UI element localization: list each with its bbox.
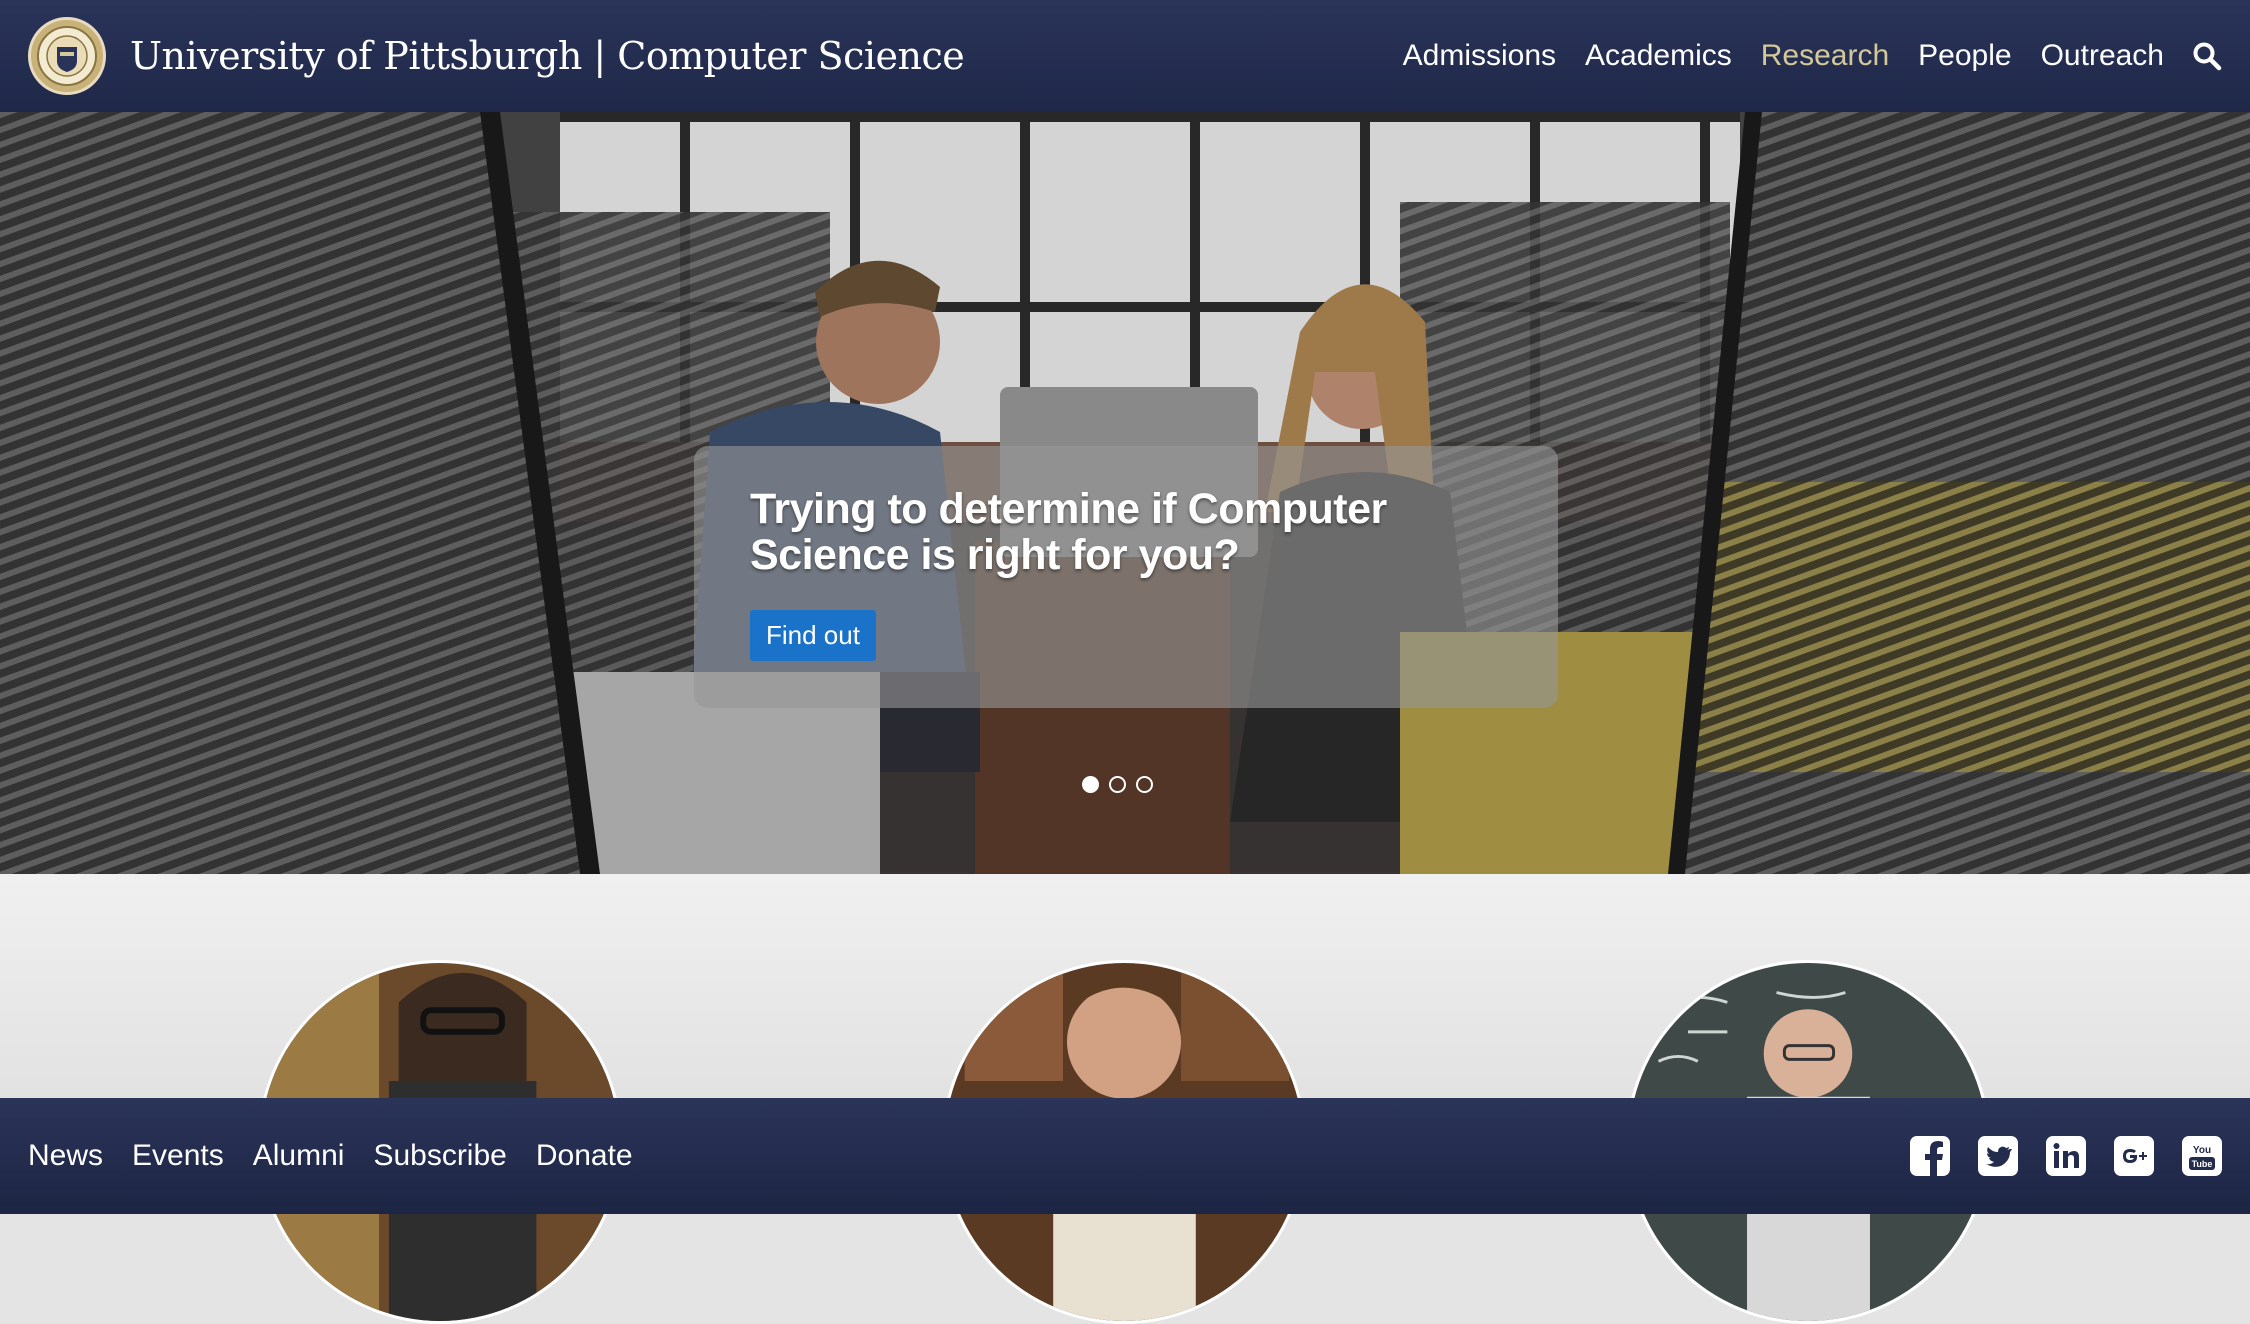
university-seal-logo[interactable] — [28, 17, 106, 95]
facebook-icon[interactable] — [1910, 1136, 1950, 1176]
carousel-indicators — [1082, 776, 1153, 793]
footer-link-news[interactable]: News — [28, 1139, 103, 1173]
svg-text:Tube: Tube — [2192, 1159, 2213, 1169]
nav-people[interactable]: People — [1918, 39, 2011, 73]
carousel-dot-3[interactable] — [1136, 776, 1153, 793]
site-header: University of Pittsburgh | Computer Scie… — [0, 0, 2250, 112]
find-out-button[interactable]: Find out — [750, 610, 876, 661]
youtube-icon[interactable]: You Tube — [2182, 1136, 2222, 1176]
hero-carousel: Trying to determine if Computer Science … — [0, 112, 2250, 874]
footer-link-subscribe[interactable]: Subscribe — [373, 1139, 506, 1173]
search-icon[interactable] — [2192, 41, 2222, 71]
main-nav: Admissions Academics Research People Out… — [1374, 39, 2222, 73]
twitter-icon[interactable] — [1978, 1136, 2018, 1176]
nav-admissions[interactable]: Admissions — [1403, 39, 1556, 73]
google-plus-icon[interactable] — [2114, 1136, 2154, 1176]
linkedin-icon[interactable] — [2046, 1136, 2086, 1176]
site-title[interactable]: University of Pittsburgh | Computer Scie… — [130, 34, 965, 78]
nav-academics[interactable]: Academics — [1585, 39, 1732, 73]
footer-link-alumni[interactable]: Alumni — [253, 1139, 345, 1173]
footer-link-events[interactable]: Events — [132, 1139, 224, 1173]
carousel-dot-2[interactable] — [1109, 776, 1126, 793]
hero-caption: Trying to determine if Computer Science … — [694, 446, 1558, 708]
carousel-dot-1[interactable] — [1082, 776, 1099, 793]
social-links: You Tube — [1910, 1136, 2222, 1176]
footer-link-donate[interactable]: Donate — [536, 1139, 633, 1173]
svg-text:You: You — [2193, 1145, 2211, 1156]
profile-section — [0, 874, 2250, 1324]
site-footer: News Events Alumni Subscribe Donate You T… — [0, 1098, 2250, 1214]
nav-outreach[interactable]: Outreach — [2041, 39, 2164, 73]
nav-research[interactable]: Research — [1761, 39, 1889, 73]
hero-caption-title: Trying to determine if Computer Science … — [750, 485, 1387, 579]
